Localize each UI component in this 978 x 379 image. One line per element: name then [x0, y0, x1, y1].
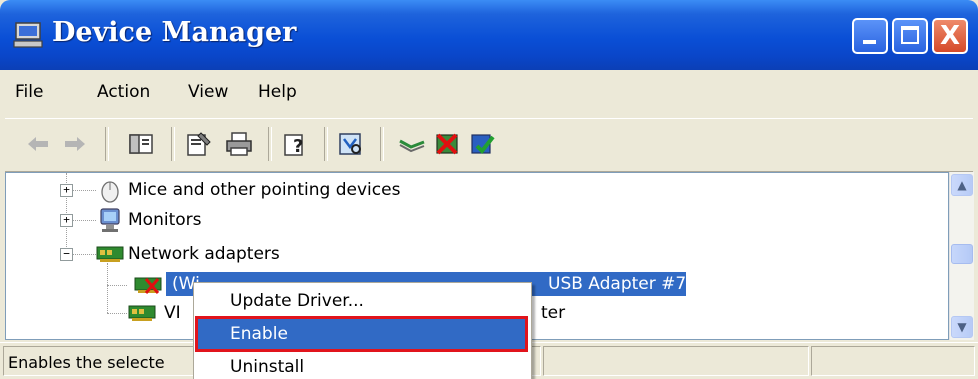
- tree-connector: [107, 263, 108, 313]
- menu-file[interactable]: File: [15, 82, 43, 102]
- uninstall-icon[interactable]: [432, 129, 462, 159]
- vertical-scrollbar[interactable]: ▲ ▼: [949, 172, 974, 340]
- network-adapter-icon: [128, 305, 156, 321]
- toolbar-separator: [171, 127, 175, 161]
- disabled-network-adapter-icon: [134, 277, 162, 294]
- tree-connector: [72, 190, 96, 191]
- menu-item-uninstall[interactable]: Uninstall: [197, 351, 526, 379]
- toolbar: ?: [5, 118, 973, 172]
- scan-hardware-icon[interactable]: [336, 129, 366, 159]
- toolbar-separator: [324, 127, 328, 161]
- mouse-icon: [101, 181, 119, 203]
- scroll-up-icon[interactable]: ▲: [951, 174, 973, 196]
- monitor-icon: [100, 208, 120, 232]
- menu-item-label: Uninstall: [230, 357, 305, 377]
- tree-item-network-adapters[interactable]: Network adapters: [128, 242, 280, 266]
- close-button[interactable]: X: [932, 18, 968, 54]
- expand-toggle[interactable]: +: [60, 184, 73, 197]
- menu-view[interactable]: View: [188, 82, 228, 102]
- maximize-button[interactable]: [892, 18, 928, 54]
- status-cell: [543, 346, 809, 376]
- toolbar-separator: [268, 127, 272, 161]
- toolbar-separator: [380, 127, 384, 161]
- device-manager-window: Device Manager X File Action View Help ?…: [0, 0, 978, 379]
- tree-item-monitors[interactable]: Monitors: [128, 208, 201, 232]
- help-icon[interactable]: ?: [280, 129, 310, 159]
- enable-device-icon[interactable]: [467, 129, 497, 159]
- toolbar-separator: [105, 127, 109, 161]
- back-arrow-icon[interactable]: [23, 129, 53, 159]
- tree-item-vi-adapter-suffix: ter: [541, 303, 566, 323]
- minimize-icon: [863, 40, 876, 44]
- forward-arrow-icon[interactable]: [60, 129, 90, 159]
- maximize-icon: [901, 26, 919, 44]
- print-icon[interactable]: [224, 129, 254, 159]
- window-title: Device Manager: [52, 17, 297, 48]
- scroll-thumb[interactable]: [951, 244, 973, 264]
- tree-connector: [72, 254, 96, 255]
- status-cell: [811, 346, 975, 376]
- collapse-toggle[interactable]: −: [60, 248, 73, 261]
- properties-icon[interactable]: [183, 129, 213, 159]
- update-driver-icon[interactable]: [397, 129, 427, 159]
- scroll-down-icon[interactable]: ▼: [951, 316, 973, 338]
- close-icon: X: [939, 21, 961, 51]
- menu-help[interactable]: Help: [258, 82, 297, 102]
- menu-item-label: Enable: [230, 324, 288, 344]
- title-bar[interactable]: Device Manager X: [0, 0, 978, 70]
- expand-toggle[interactable]: +: [60, 214, 73, 227]
- menu-item-update-driver[interactable]: Update Driver...: [197, 285, 526, 317]
- menu-item-enable[interactable]: Enable: [195, 316, 528, 352]
- tree-connector: [107, 313, 127, 314]
- tree-item-vi-adapter[interactable]: VI: [164, 301, 181, 325]
- tree-connector: [72, 220, 96, 221]
- computer-icon: [13, 22, 43, 48]
- network-adapter-icon: [96, 246, 124, 262]
- show-hide-console-tree-icon[interactable]: [126, 129, 156, 159]
- status-text: Enables the selecte: [8, 353, 165, 372]
- menu-item-label: Update Driver...: [230, 291, 364, 311]
- svg-text:?: ?: [293, 136, 303, 157]
- menu-bar: File Action View Help: [5, 70, 973, 114]
- minimize-button[interactable]: [852, 18, 888, 54]
- tree-connector: [107, 285, 127, 286]
- tree-item-wireless-suffix: USB Adapter #7: [548, 274, 687, 294]
- tree-item-mice[interactable]: Mice and other pointing devices: [128, 178, 400, 202]
- menu-action[interactable]: Action: [97, 82, 150, 102]
- context-menu: Update Driver... Enable Uninstall: [193, 282, 532, 379]
